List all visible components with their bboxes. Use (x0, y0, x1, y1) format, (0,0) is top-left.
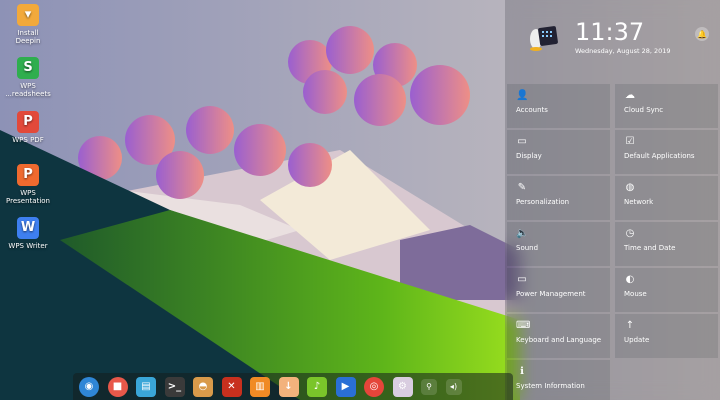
install-deepin-icon: ▾ (17, 4, 39, 26)
personalization-icon: ✎ (517, 182, 527, 193)
dock-app-terminal[interactable]: >_ (164, 376, 185, 397)
music-icon: ♪ (313, 381, 321, 392)
dock-app-app-store[interactable]: ▥ (250, 376, 270, 397)
settings-tile-power-management[interactable]: ▭ Power Management (507, 268, 610, 312)
settings-icon: ⚙ (398, 381, 407, 392)
dock-app-video[interactable]: ▶ (335, 376, 356, 397)
installer-icon: ◓ (198, 381, 208, 392)
settings-tile-label: Mouse (624, 290, 647, 298)
app-store-icon: ▥ (255, 381, 265, 392)
settings-tile-network[interactable]: ◍ Network (615, 176, 718, 220)
network-icon: ◍ (625, 182, 635, 193)
power-management-icon: ▭ (517, 274, 527, 285)
spreadsheet-icon: S (17, 57, 39, 79)
settings-tile-system-information[interactable]: ℹ System Information (507, 360, 610, 400)
dock-app-file-manager[interactable]: ▤ (136, 376, 156, 397)
user-avatar[interactable] (527, 24, 559, 52)
clock-date: Wednesday, August 28, 2019 (575, 47, 671, 55)
settings-tile-keyboard-and-language[interactable]: ⌨ Keyboard and Language (507, 314, 610, 358)
dock-app-launcher[interactable]: ◉ (79, 376, 99, 397)
settings-tile-mouse[interactable]: ◐ Mouse (615, 268, 718, 312)
settings-tile-cloud-sync[interactable]: ☁ Cloud Sync (615, 84, 718, 128)
display-icon: ▭ (517, 136, 527, 147)
volume-icon: ◂) (449, 382, 458, 391)
control-center-panel: 11:37 Wednesday, August 28, 2019 🔔 👤 Acco… (505, 0, 720, 400)
settings-tile-time-and-date[interactable]: ◷ Time and Date (615, 222, 718, 266)
settings-tile-label: Default Applications (624, 152, 695, 160)
settings-tile-label: Personalization (516, 198, 570, 206)
default-applications-icon: ☑ (625, 136, 635, 147)
chrome-icon: ◎ (369, 381, 379, 392)
settings-tile-label: Power Management (516, 290, 586, 298)
desktop-icon-label: Install Deepin (15, 29, 41, 45)
presentation-icon: P (17, 164, 39, 186)
system-information-icon: ℹ (520, 366, 524, 377)
settings-tile-label: Time and Date (624, 244, 676, 252)
settings-tile-update[interactable]: ↑ Update (615, 314, 718, 358)
settings-tile-label: Network (624, 198, 654, 206)
desktop-icon-label: WPS Presentation (6, 189, 50, 205)
settings-tile-sound[interactable]: 🔈 Sound (507, 222, 610, 266)
tray-volume[interactable]: ◂) (445, 378, 462, 395)
time-and-date-icon: ◷ (625, 228, 635, 239)
dock: ◉ ■ ▤ >_ ◓ ✕ ▥ ↓ ♪ ▶ ◎ ⚙ ⚲ ◂) (73, 373, 513, 400)
desktop-icon-wps-pdf[interactable]: P WPS PDF (4, 111, 52, 144)
settings-tile-default-applications[interactable]: ☑ Default Applications (615, 130, 718, 174)
settings-tile-label: Display (516, 152, 542, 160)
desktop-icon-wps-writer[interactable]: W WPS Writer (4, 217, 52, 250)
tray-usb[interactable]: ⚲ (421, 378, 437, 395)
crossover-icon: ✕ (227, 381, 236, 392)
settings-tile-label: Update (624, 336, 650, 344)
desktop-icon-wps-presentation[interactable]: P WPS Presentation (4, 164, 52, 205)
keyboard-and-language-icon: ⌨ (516, 320, 531, 331)
dock-app-crossover[interactable]: ✕ (221, 376, 242, 397)
cloud-sync-icon: ☁ (625, 90, 635, 101)
screen-recorder-icon: ■ (112, 381, 123, 392)
settings-tile-label: Sound (516, 244, 539, 252)
settings-tile-display[interactable]: ▭ Display (507, 130, 610, 174)
update-icon: ↑ (625, 320, 635, 331)
clock-time: 11:37 (575, 18, 645, 46)
settings-tile-label: System Information (516, 382, 585, 390)
terminal-icon: >_ (167, 381, 182, 392)
desktop-icon-label: WPS ...readsheets (5, 82, 51, 98)
dock-app-settings[interactable]: ⚙ (392, 376, 413, 397)
dock-app-chrome[interactable]: ◎ (364, 376, 384, 397)
dock-app-installer[interactable]: ◓ (193, 376, 213, 397)
launcher-icon: ◉ (84, 381, 94, 392)
mouse-icon: ◐ (625, 274, 635, 285)
pdf-icon: P (17, 111, 39, 133)
dock-app-screen-recorder[interactable]: ■ (107, 376, 128, 397)
settings-tile-accounts[interactable]: 👤 Accounts (507, 84, 610, 128)
desktop-icon-install-deepin[interactable]: ▾ Install Deepin (4, 4, 52, 45)
dock-app-downloader[interactable]: ↓ (278, 376, 299, 397)
settings-tile-label: Keyboard and Language (516, 336, 602, 344)
writer-icon: W (17, 217, 39, 239)
usb-icon: ⚲ (426, 382, 432, 391)
accounts-icon: 👤 (516, 90, 529, 101)
desktop-icon-wps-spreadsheets[interactable]: S WPS ...readsheets (4, 57, 52, 98)
notification-bell-icon[interactable]: 🔔 (695, 27, 709, 41)
desktop-icon-label: WPS PDF (12, 136, 44, 144)
video-icon: ▶ (341, 381, 350, 392)
file-manager-icon: ▤ (141, 381, 151, 392)
desktop-icon-label: WPS Writer (8, 242, 48, 250)
sound-icon: 🔈 (516, 228, 529, 239)
downloader-icon: ↓ (284, 381, 293, 392)
dock-app-music[interactable]: ♪ (307, 376, 327, 397)
settings-tile-label: Cloud Sync (624, 106, 664, 114)
settings-tile-personalization[interactable]: ✎ Personalization (507, 176, 610, 220)
settings-tile-label: Accounts (516, 106, 548, 114)
